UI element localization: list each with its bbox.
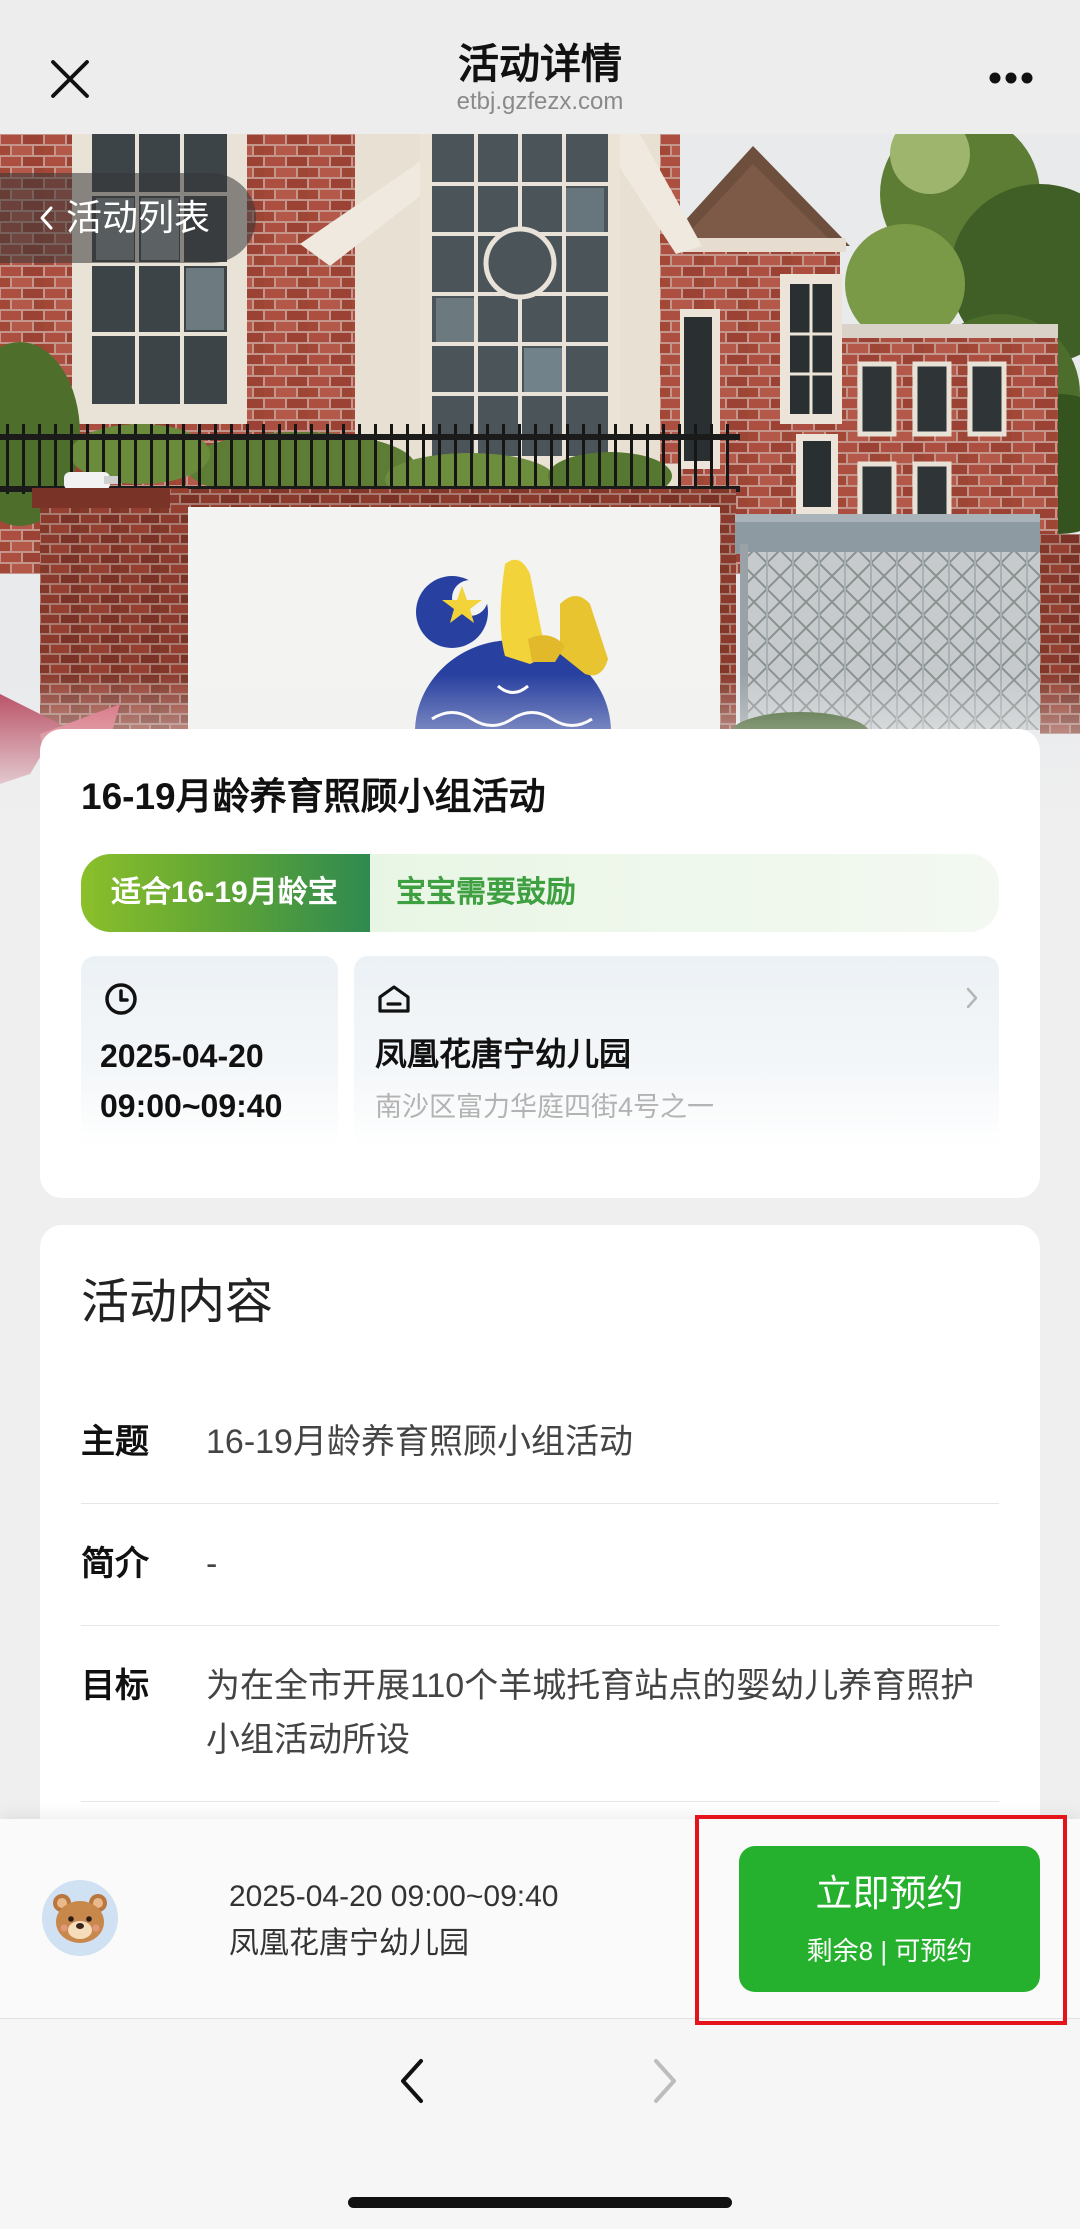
activity-title: 16-19月龄养育照顾小组活动 <box>81 776 546 817</box>
row-label: 目标 <box>81 1667 149 1705</box>
activity-summary-card: 16-19月龄养育照顾小组活动 适合16-19月龄宝 宝宝需要鼓励 2025-0… <box>40 729 1040 1198</box>
chevron-left-icon <box>40 206 53 230</box>
row-value: - <box>206 1545 218 1583</box>
chevron-right-icon <box>966 987 978 1009</box>
tag-bar: 适合16-19月龄宝 宝宝需要鼓励 <box>81 854 999 932</box>
age-tag: 适合16-19月龄宝 <box>81 854 370 932</box>
clock-icon <box>105 983 137 1015</box>
venue-address: 南沙区富力华庭四街4号之一 <box>375 1092 715 1122</box>
app-root: 活动详情 etbj.gzfezx.com 活动列表 16-19月龄养育照顾小组活… <box>0 0 1080 2229</box>
venue-name: 凤凰花唐宁幼儿园 <box>375 1036 632 1072</box>
chevron-left-icon[interactable] <box>399 2058 425 2104</box>
activity-date: 2025-04-20 <box>100 1038 264 1074</box>
time-info-box: 2025-04-20 09:00~09:40 <box>81 956 338 1148</box>
activity-content-card: 活动内容 主题 16-19月龄养育照顾小组活动 简介 - 目标 为在全市开展11… <box>40 1225 1040 1885</box>
venue-info-box[interactable]: 凤凰花唐宁幼儿园 南沙区富力华庭四街4号之一 <box>354 956 999 1148</box>
chevron-right-icon[interactable] <box>652 2058 678 2104</box>
row-value: 16-19月龄养育照顾小组活动 <box>206 1423 633 1461</box>
browser-toolbar <box>0 2018 1080 2229</box>
footer-datetime: 2025-04-20 09:00~09:40 <box>229 1880 559 1913</box>
availability-status: 剩余8 | 可预约 <box>806 1936 973 1966</box>
row-label: 主题 <box>81 1423 149 1461</box>
booking-bar: 2025-04-20 09:00~09:40 凤凰花唐宁幼儿园 立即预约 剩余8… <box>0 1819 1080 2018</box>
row-label: 简介 <box>81 1545 149 1583</box>
content-row-intro: 简介 - <box>81 1504 999 1626</box>
content-row-goal: 目标 为在全市开展110个羊城托育站点的婴幼儿养育照护小组活动所设 <box>81 1626 999 1802</box>
more-icon[interactable] <box>988 70 1034 86</box>
page-url: etbj.gzfezx.com <box>456 88 624 115</box>
bear-avatar <box>42 1880 118 1956</box>
activity-time: 09:00~09:40 <box>100 1088 283 1124</box>
top-nav-bar: 活动详情 etbj.gzfezx.com <box>0 0 1080 134</box>
row-value: 为在全市开展110个羊城托育站点的婴幼儿养育照护小组活动所设 <box>206 1667 975 1759</box>
building-icon <box>378 985 410 1013</box>
book-now-label: 立即预约 <box>815 1873 964 1914</box>
content-rows: 主题 16-19月龄养育照顾小组活动 简介 - 目标 为在全市开展110个羊城托… <box>81 1382 999 1802</box>
content-heading: 活动内容 <box>81 1276 274 1329</box>
back-to-list-button[interactable]: 活动列表 <box>0 173 256 263</box>
home-indicator[interactable] <box>348 2197 732 2208</box>
note-tag: 宝宝需要鼓励 <box>396 876 576 909</box>
footer-venue: 凤凰花唐宁幼儿园 <box>229 1927 469 1960</box>
page-title: 活动详情 <box>458 41 622 87</box>
back-to-list-label: 活动列表 <box>66 197 211 238</box>
content-row-theme: 主题 16-19月龄养育照顾小组活动 <box>81 1382 999 1504</box>
book-now-button[interactable]: 立即预约 剩余8 | 可预约 <box>739 1846 1040 1992</box>
